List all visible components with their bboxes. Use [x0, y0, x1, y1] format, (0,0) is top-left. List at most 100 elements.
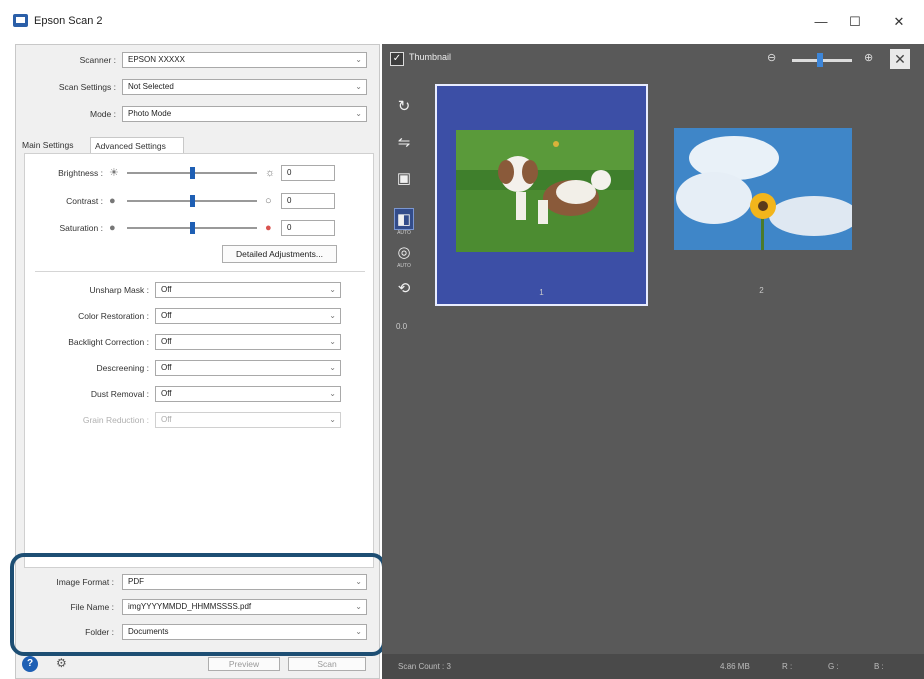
color-wheel-icon: ●: [265, 222, 272, 234]
saturation-slider-handle[interactable]: [190, 222, 195, 234]
descreening-select[interactable]: Off ⌄: [155, 360, 341, 376]
grain-reduction-row: Grain Reduction : Off ⌄: [25, 411, 375, 429]
chevron-down-icon: ⌄: [355, 55, 362, 64]
color-restoration-value: Off: [161, 311, 172, 320]
thumbnail-label: Thumbnail: [409, 52, 452, 62]
zoom-value: 0.0: [396, 322, 408, 331]
green-value: G :: [828, 662, 839, 671]
thumbnail-1[interactable]: 1: [435, 84, 648, 306]
dust-removal-value: Off: [161, 389, 172, 398]
mirror-icon[interactable]: ⇋: [394, 132, 414, 154]
brightness-slider-handle[interactable]: [190, 167, 195, 179]
brightness-row: Brightness : ☀ ☼ 0: [25, 164, 375, 182]
descreening-label: Descreening :: [96, 363, 149, 373]
thumbnail-checkbox[interactable]: ✓: [390, 52, 404, 66]
unsharp-mask-select[interactable]: Off ⌄: [155, 282, 341, 298]
output-settings-highlight: [10, 553, 386, 656]
contrast-row: Contrast : ● ○ 0: [25, 192, 375, 210]
file-size: 4.86 MB: [720, 662, 750, 671]
brightness-label: Brightness :: [58, 168, 103, 178]
scan-settings-select[interactable]: Not Selected ⌄: [122, 79, 367, 95]
red-value: R :: [782, 662, 793, 671]
chevron-down-icon: ⌄: [329, 337, 336, 346]
chevron-down-icon: ⌄: [355, 82, 362, 91]
scan-count: Scan Count : 3: [398, 662, 451, 671]
thumbnail-2[interactable]: 2: [655, 84, 868, 306]
close-button[interactable]: ✕: [884, 10, 914, 34]
brightness-value-input[interactable]: 0: [281, 165, 335, 181]
zoom-slider-handle[interactable]: [817, 53, 823, 67]
contrast-slider-handle[interactable]: [190, 195, 195, 207]
window-title: Epson Scan 2: [34, 15, 103, 27]
saturation-row: Saturation : ● ● 0: [25, 219, 375, 237]
mode-label: Mode :: [90, 109, 116, 119]
blue-value: B :: [874, 662, 884, 671]
color-restoration-label: Color Restoration :: [78, 311, 149, 321]
brightness-high-icon: ☼: [265, 167, 276, 179]
thumbnail-number: 1: [539, 288, 544, 297]
scan-settings-label: Scan Settings :: [58, 82, 116, 92]
thumbnail-number: 2: [759, 286, 764, 295]
epson-scan-app-icon: [13, 14, 28, 27]
backlight-correction-label: Backlight Correction :: [68, 337, 149, 347]
close-preview-icon[interactable]: ✕: [890, 49, 910, 69]
grain-reduction-label: Grain Reduction :: [82, 415, 149, 425]
contrast-low-icon: ●: [109, 195, 116, 207]
scanner-value: EPSON XXXXX: [128, 55, 185, 64]
preview-panel: ✓ Thumbnail ⊖ ⊕ ✕ ↻ ⇋ ▣ ◧ AUTO ◎ AUTO ⟲ 0.…: [382, 44, 924, 679]
chevron-down-icon: ⌄: [329, 415, 336, 424]
thumbnail-toolbar: ✓ Thumbnail ⊖ ⊕ ✕: [382, 44, 924, 74]
grain-reduction-value: Off: [161, 415, 172, 424]
contrast-value-input[interactable]: 0: [281, 193, 335, 209]
descreening-value: Off: [161, 363, 172, 372]
scanner-select[interactable]: EPSON XXXXX ⌄: [122, 52, 367, 68]
unsharp-mask-row: Unsharp Mask : Off ⌄: [25, 281, 375, 299]
tab-main-settings[interactable]: Main Settings: [18, 137, 90, 153]
brightness-low-icon: ☀: [109, 167, 119, 179]
zoom-out-icon[interactable]: ⊖: [767, 51, 776, 64]
document-settings-icon[interactable]: ▣: [394, 168, 414, 190]
divider: [35, 271, 365, 272]
dust-removal-label: Dust Removal :: [90, 389, 149, 399]
zoom-in-icon[interactable]: ⊕: [864, 51, 873, 64]
rotate-icon[interactable]: ↻: [394, 96, 414, 118]
dust-removal-row: Dust Removal : Off ⌄: [25, 385, 375, 403]
chevron-down-icon: ⌄: [329, 311, 336, 320]
descreening-row: Descreening : Off ⌄: [25, 359, 375, 377]
dog-photo: [456, 130, 634, 252]
contrast-label: Contrast :: [66, 196, 103, 206]
title-bar: Epson Scan 2 — ☐ ✕: [0, 0, 924, 44]
preview-button[interactable]: Preview: [208, 657, 280, 671]
color-restoration-select[interactable]: Off ⌄: [155, 308, 341, 324]
auto-exposure-icon[interactable]: ◎ AUTO: [394, 242, 414, 269]
unsharp-mask-label: Unsharp Mask :: [89, 285, 149, 295]
saturation-label: Saturation :: [59, 223, 103, 233]
backlight-correction-row: Backlight Correction : Off ⌄: [25, 333, 375, 351]
help-icon[interactable]: ?: [22, 656, 38, 672]
scan-settings-value: Not Selected: [128, 82, 174, 91]
advanced-settings-pane: Brightness : ☀ ☼ 0 Contrast : ● ○ 0 Satu…: [24, 153, 374, 568]
saturation-low-icon: ●: [109, 222, 116, 234]
dust-removal-select[interactable]: Off ⌄: [155, 386, 341, 402]
auto-adjust-icon[interactable]: ◧ AUTO: [394, 208, 414, 236]
chevron-down-icon: ⌄: [329, 285, 336, 294]
unsharp-mask-value: Off: [161, 285, 172, 294]
scanner-label: Scanner :: [79, 55, 116, 65]
chevron-down-icon: ⌄: [355, 109, 362, 118]
backlight-correction-select[interactable]: Off ⌄: [155, 334, 341, 350]
scan-button[interactable]: Scan: [288, 657, 366, 671]
tab-advanced-settings[interactable]: Advanced Settings: [90, 137, 184, 153]
minimize-button[interactable]: —: [806, 10, 836, 34]
maximize-button[interactable]: ☐: [840, 10, 870, 34]
chevron-down-icon: ⌄: [329, 363, 336, 372]
chevron-down-icon: ⌄: [329, 389, 336, 398]
saturation-value-input[interactable]: 0: [281, 220, 335, 236]
detailed-adjustments-button[interactable]: Detailed Adjustments...: [222, 245, 337, 263]
grain-reduction-select: Off ⌄: [155, 412, 341, 428]
configuration-icon[interactable]: ⚙: [56, 656, 76, 672]
mode-select[interactable]: Photo Mode ⌄: [122, 106, 367, 122]
sunflower-photo: [674, 128, 852, 250]
contrast-high-icon: ○: [265, 195, 272, 207]
reset-icon[interactable]: ⟲: [394, 278, 414, 300]
backlight-correction-value: Off: [161, 337, 172, 346]
